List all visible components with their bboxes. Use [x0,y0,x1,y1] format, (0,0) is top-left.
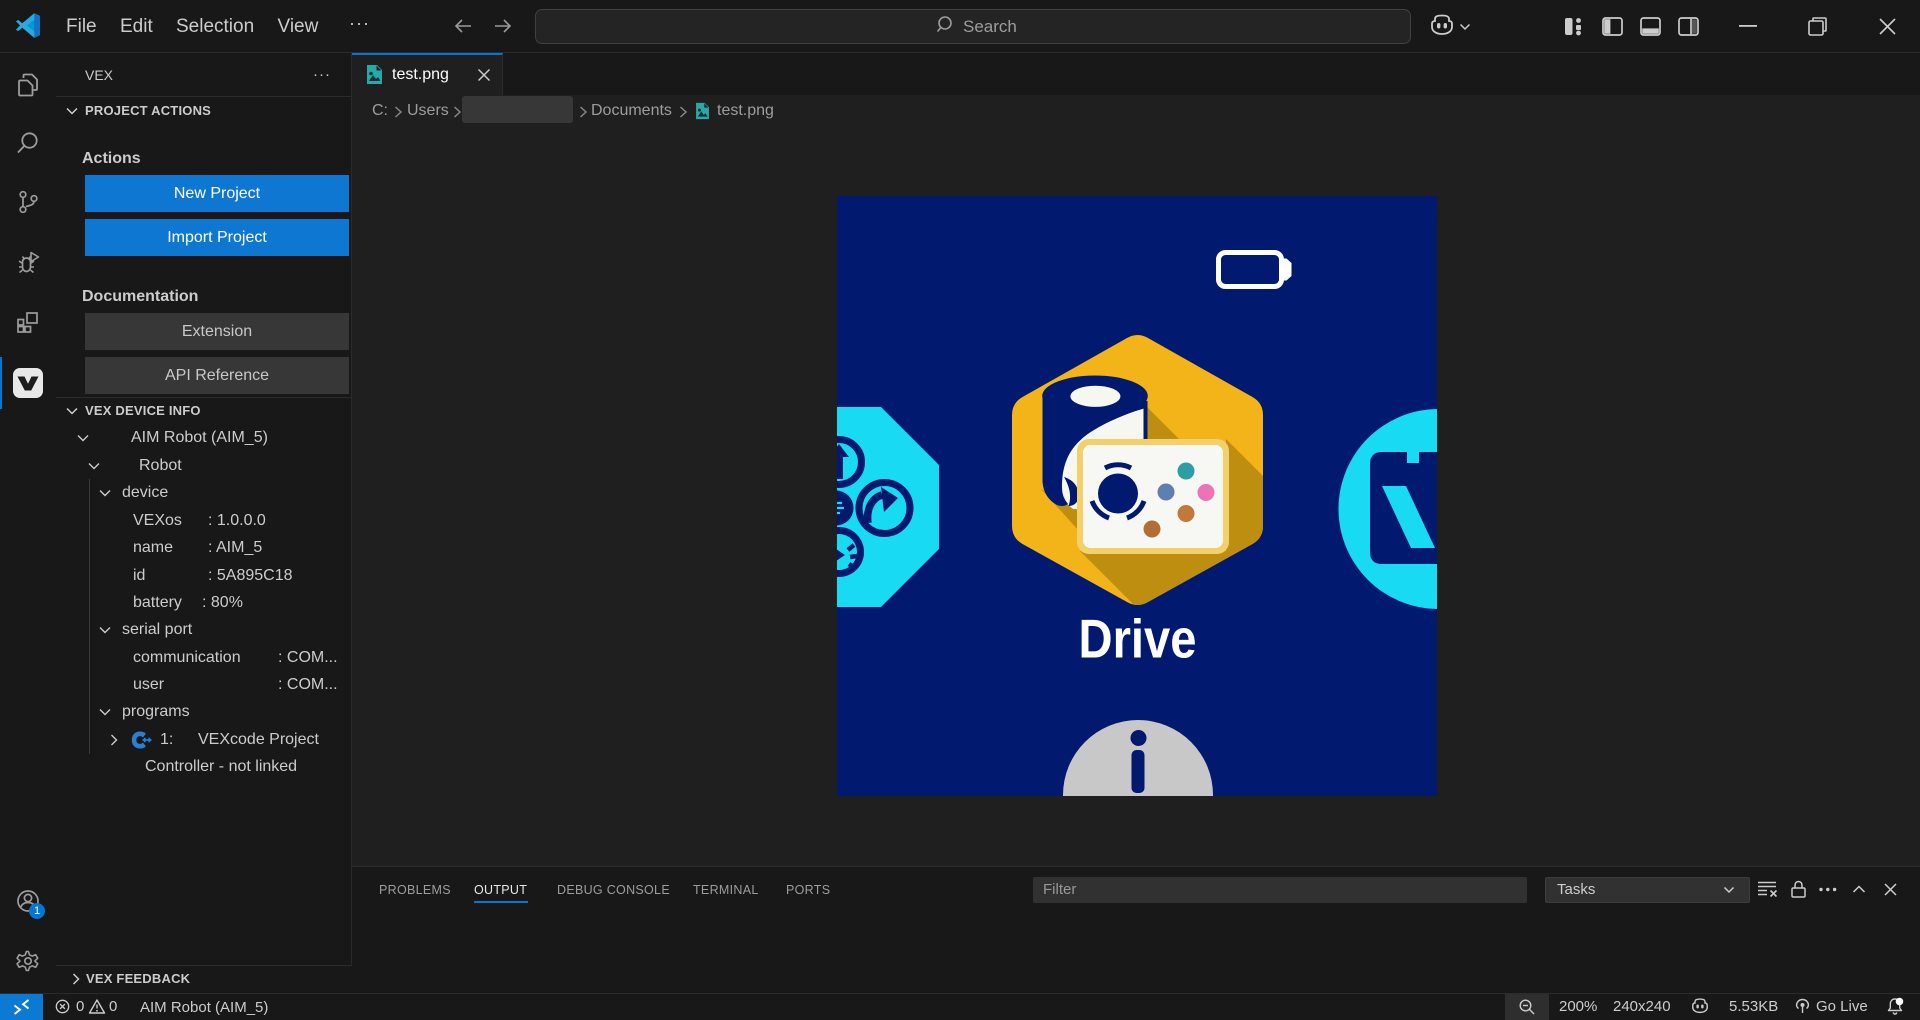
svg-text:Drive: Drive [1079,608,1197,670]
